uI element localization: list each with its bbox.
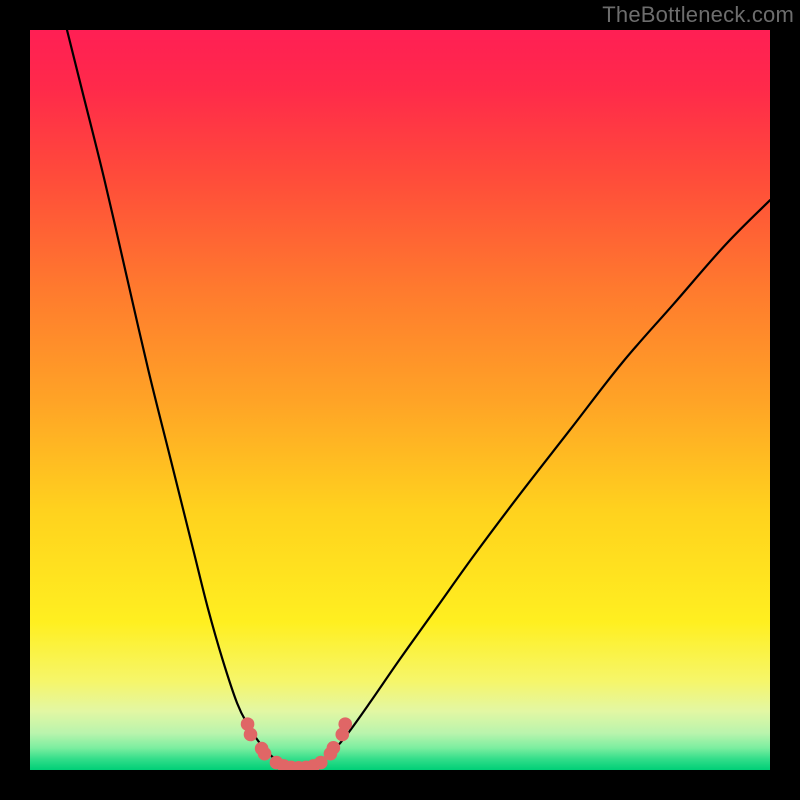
valley-dot	[244, 728, 258, 742]
valley-dot	[338, 717, 352, 731]
valley-dot	[327, 741, 341, 755]
chart-svg	[30, 30, 770, 770]
chart-frame: TheBottleneck.com	[0, 0, 800, 800]
valley-dot	[258, 747, 272, 761]
plot-area	[30, 30, 770, 770]
watermark-label: TheBottleneck.com	[602, 2, 794, 28]
